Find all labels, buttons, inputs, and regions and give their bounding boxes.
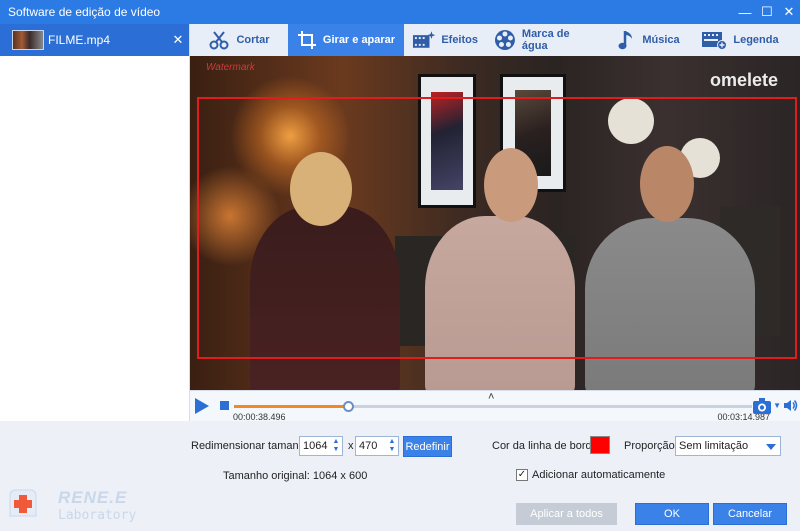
tab-legenda[interactable]: Legenda xyxy=(692,24,788,56)
camera-icon[interactable] xyxy=(752,397,772,415)
border-color-label: Cor da linha de borda: xyxy=(492,440,601,452)
volume-icon[interactable] xyxy=(783,398,798,413)
width-value: 1064 xyxy=(303,440,328,452)
close-window-button[interactable]: ✕ xyxy=(778,1,800,23)
video-thumbnail xyxy=(12,30,44,50)
border-color-swatch[interactable] xyxy=(590,436,610,454)
music-note-icon xyxy=(618,31,633,50)
cancel-button[interactable]: Cancelar xyxy=(713,503,787,525)
ok-button[interactable]: OK xyxy=(635,503,709,525)
file-item[interactable]: FILME.mp4 ✕ xyxy=(0,24,189,56)
original-size-label: Tamanho original: 1064 x 600 xyxy=(223,470,368,482)
subtitle-icon xyxy=(702,32,728,50)
timeline-progress xyxy=(234,405,348,408)
tab-efeitos[interactable]: Efeitos xyxy=(404,24,486,56)
play-icon[interactable] xyxy=(194,397,210,415)
window-title: Software de edição de vídeo xyxy=(8,5,161,19)
height-stepper[interactable]: ▲ ▼ xyxy=(386,437,398,455)
file-name: FILME.mp4 xyxy=(48,33,111,47)
tab-musica[interactable]: Música xyxy=(606,24,692,56)
height-input[interactable]: 470 ▲ ▼ xyxy=(355,436,399,456)
width-input[interactable]: 1064 ▲ ▼ xyxy=(299,436,343,456)
timeline-slider[interactable] xyxy=(234,401,752,412)
watermark-text: Watermark xyxy=(206,62,255,73)
chevron-down-icon xyxy=(766,444,776,450)
title-bar: Software de edição de vídeo — ☐ ✕ xyxy=(0,0,800,24)
tab-label: Marca de água xyxy=(521,28,570,52)
reset-button[interactable]: Redefinir xyxy=(403,436,452,457)
player-controls: ˄ 00:00:38.496 00:03:14.987 ▼ xyxy=(190,390,800,422)
scissors-icon xyxy=(209,31,229,50)
expand-caret-icon[interactable]: ˄ xyxy=(488,391,494,403)
auto-add-checkbox[interactable]: ✓ xyxy=(516,469,528,481)
tab-label: Música xyxy=(642,34,680,46)
width-stepper[interactable]: ▲ ▼ xyxy=(330,437,342,455)
tab-label: Cortar xyxy=(236,34,270,46)
tab-girar-e-aparar[interactable]: Girar e aparar xyxy=(288,24,404,56)
minimize-button[interactable]: — xyxy=(734,1,756,23)
editor-toolbar: Cortar Girar e aparar Efeitos Marca de á… xyxy=(190,24,800,56)
film-reel-icon xyxy=(494,30,515,50)
tab-label: Legenda xyxy=(733,34,779,46)
crop-rectangle[interactable] xyxy=(197,97,797,359)
auto-add-label: Adicionar automaticamente xyxy=(532,469,666,481)
file-list: FILME.mp4 ✕ xyxy=(0,24,190,421)
logo-icon xyxy=(9,489,37,517)
brand-subtitle: Laboratory xyxy=(58,508,137,523)
channel-logo: omelete xyxy=(709,70,778,90)
tab-label: Efeitos xyxy=(441,34,478,46)
maximize-button[interactable]: ☐ xyxy=(756,1,778,23)
camera-dropdown-icon[interactable]: ▼ xyxy=(773,401,781,410)
tab-marca-de-agua[interactable]: Marca de água xyxy=(486,24,606,56)
ratio-label: Proporção: xyxy=(624,440,678,452)
tab-label: Girar e aparar xyxy=(322,34,396,46)
brand-title: RENE.E xyxy=(58,488,128,507)
ratio-select[interactable]: Sem limitação xyxy=(675,436,781,456)
resize-label: Redimensionar tamanho: xyxy=(191,440,314,452)
timeline-handle[interactable] xyxy=(342,401,354,412)
remove-file-button[interactable]: ✕ xyxy=(167,32,189,48)
by-separator: x xyxy=(348,440,354,452)
film-effects-icon xyxy=(412,31,436,48)
crop-icon xyxy=(297,31,316,49)
stop-icon[interactable] xyxy=(220,401,229,410)
apply-all-button[interactable]: Aplicar a todos xyxy=(516,503,617,525)
ratio-value: Sem limitação xyxy=(679,440,749,452)
tab-cortar[interactable]: Cortar xyxy=(190,24,288,56)
height-value: 470 xyxy=(359,440,378,452)
video-preview[interactable]: Watermark omelete xyxy=(190,56,800,390)
